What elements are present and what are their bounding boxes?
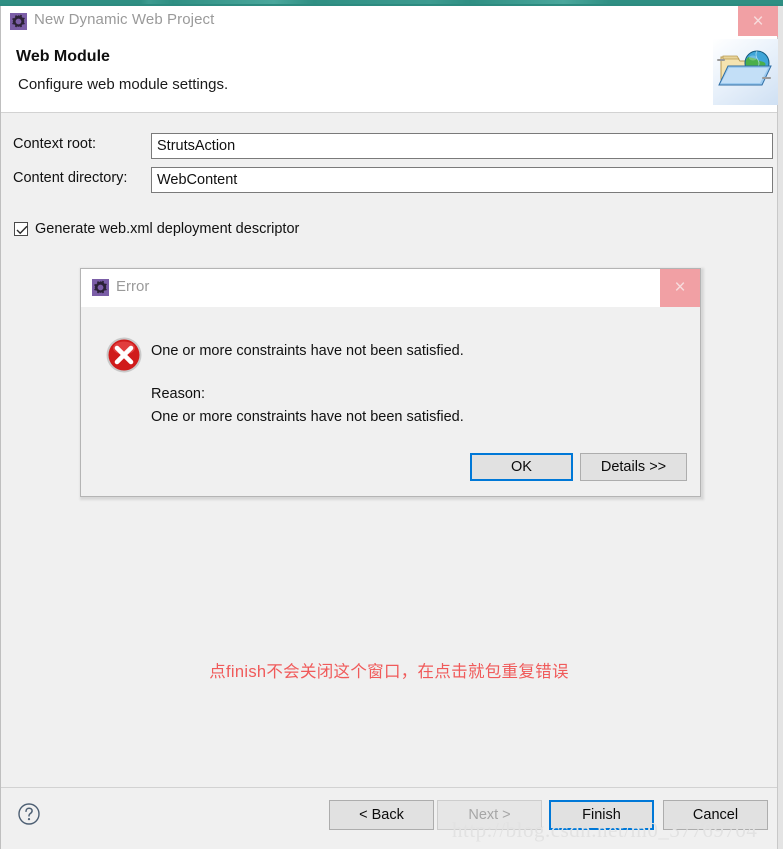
close-icon: × bbox=[752, 11, 764, 32]
wizard-footer: < Back Next > Finish Cancel bbox=[1, 788, 777, 843]
question-mark-icon[interactable] bbox=[17, 802, 41, 826]
back-button-label: < Back bbox=[359, 807, 404, 823]
error-dialog-titlebar: Error × bbox=[81, 269, 700, 307]
context-root-row: Context root: bbox=[13, 133, 773, 159]
gear-icon bbox=[10, 13, 27, 30]
page-title: Web Module bbox=[16, 48, 110, 65]
generate-webxml-label: Generate web.xml deployment descriptor bbox=[35, 221, 300, 237]
checkbox-box[interactable] bbox=[14, 222, 28, 236]
context-root-input[interactable] bbox=[151, 133, 773, 159]
next-button-label: Next > bbox=[468, 807, 511, 823]
context-root-label: Context root: bbox=[13, 136, 97, 152]
window-outer-right-edge bbox=[778, 6, 783, 849]
page-subtitle: Configure web module settings. bbox=[18, 76, 229, 93]
back-button[interactable]: < Back bbox=[329, 800, 434, 830]
error-dialog-close-button[interactable]: × bbox=[660, 269, 700, 307]
error-ok-label: OK bbox=[511, 459, 532, 475]
error-dialog-title: Error bbox=[116, 278, 150, 295]
next-button: Next > bbox=[437, 800, 542, 830]
gear-icon bbox=[92, 279, 109, 296]
wizard-header: Web Module Configure web module settings… bbox=[1, 36, 778, 112]
error-details-button[interactable]: Details >> bbox=[580, 453, 687, 481]
content-directory-row: Content directory: bbox=[13, 167, 773, 193]
error-details-label: Details >> bbox=[600, 459, 667, 475]
cancel-button-label: Cancel bbox=[692, 807, 739, 823]
error-reason-label: Reason: bbox=[151, 386, 206, 402]
error-circle-x-icon bbox=[105, 336, 143, 374]
error-message: One or more constraints have not been sa… bbox=[151, 343, 464, 359]
content-directory-input[interactable] bbox=[151, 167, 773, 193]
error-reason-text: One or more constraints have not been sa… bbox=[151, 409, 464, 425]
close-icon: × bbox=[674, 277, 686, 298]
folder-globe-icon bbox=[713, 39, 778, 105]
close-button[interactable]: × bbox=[738, 6, 778, 37]
window-border-right bbox=[777, 6, 778, 849]
content-directory-label: Content directory: bbox=[13, 170, 128, 186]
finish-button[interactable]: Finish bbox=[549, 800, 654, 830]
annotation-text: 点finish不会关闭这个窗口，在点击就包重复错误 bbox=[209, 663, 569, 681]
error-ok-button[interactable]: OK bbox=[470, 453, 573, 481]
window-titlebar: New Dynamic Web Project × bbox=[1, 6, 778, 37]
error-dialog: Error × One or more constraints have not… bbox=[80, 268, 701, 497]
generate-webxml-checkbox-row[interactable]: Generate web.xml deployment descriptor bbox=[14, 221, 299, 237]
window-title: New Dynamic Web Project bbox=[34, 11, 215, 28]
cancel-button[interactable]: Cancel bbox=[663, 800, 768, 830]
finish-button-label: Finish bbox=[582, 807, 621, 823]
